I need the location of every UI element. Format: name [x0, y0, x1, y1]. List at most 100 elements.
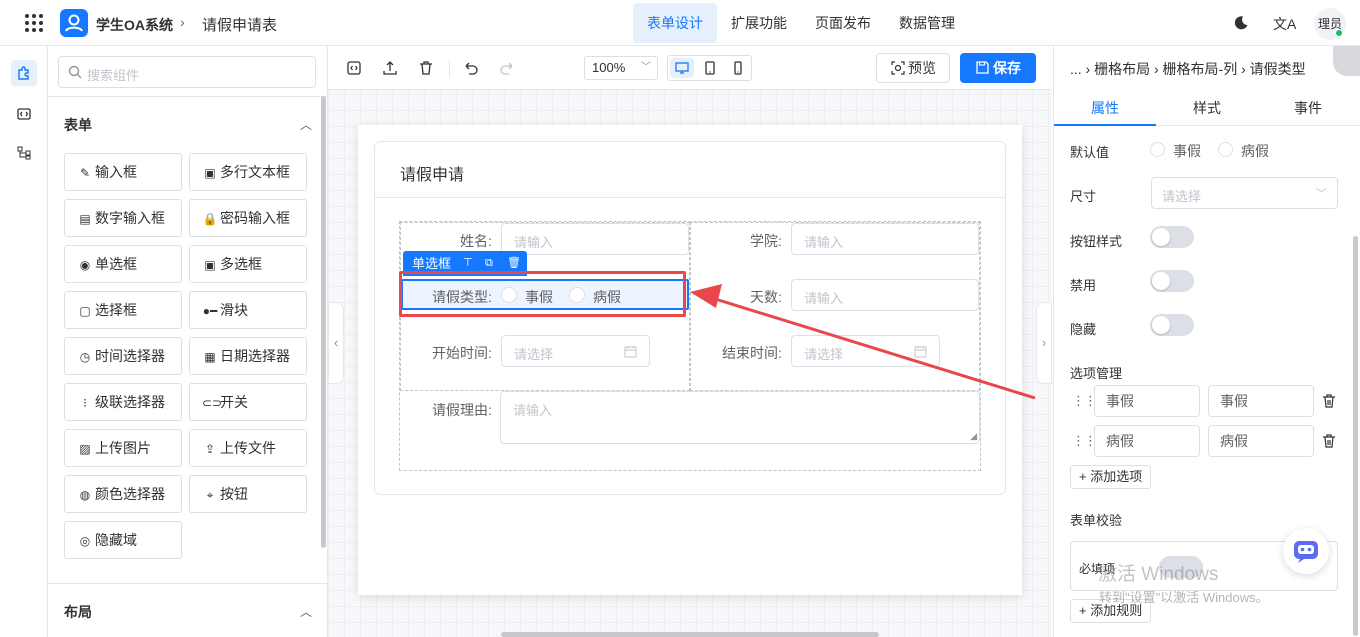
trash-icon[interactable] [1322, 433, 1336, 448]
component-label: 输入框 [95, 164, 137, 180]
app-grid-icon[interactable] [24, 13, 44, 33]
windows-watermark-hint: 转到"设置"以激活 Windows。 [1099, 590, 1269, 605]
save-button[interactable]: 保存 [960, 53, 1036, 83]
drag-handle-icon[interactable]: ⋮⋮ [1072, 393, 1097, 409]
drag-handle-icon[interactable]: ⋮⋮ [1072, 433, 1097, 449]
end-time-picker[interactable]: 请选择 [791, 335, 940, 367]
tab-style[interactable]: 样式 [1193, 98, 1221, 118]
component-textarea[interactable]: ▣ 多行文本框 [189, 153, 307, 191]
canvas-horizontal-scrollbar[interactable] [501, 632, 879, 637]
component-cascader[interactable]: ⁝ 级联选择器 [64, 383, 182, 421]
nav-data-management[interactable]: 数据管理 [885, 3, 969, 43]
redo-icon[interactable] [498, 59, 516, 77]
component-color-picker[interactable]: ◍ 颜色选择器 [64, 475, 182, 513]
component-slider[interactable]: ●━ 滑块 [189, 291, 307, 329]
search-input[interactable]: 搜索组件 [58, 56, 316, 88]
edit-icon: ✎ [79, 166, 91, 180]
default-radio-personal[interactable] [1150, 142, 1165, 157]
default-radio-sick[interactable] [1218, 142, 1233, 157]
component-label: 级联选择器 [95, 394, 165, 410]
component-switch[interactable]: ⊂⊃开关 [189, 383, 307, 421]
option-label-input[interactable]: 事假 [1094, 385, 1200, 417]
component-time-picker[interactable]: ◷ 时间选择器 [64, 337, 182, 375]
nav-form-design[interactable]: 表单设计 [633, 3, 717, 43]
days-input[interactable]: 请输入 [791, 279, 979, 311]
start-time-picker[interactable]: 请选择 [501, 335, 650, 367]
slider-icon: ●━ [202, 304, 218, 318]
nav-extensions[interactable]: 扩展功能 [717, 3, 801, 43]
component-label: 选择框 [95, 302, 137, 318]
moon-icon[interactable] [1233, 15, 1249, 31]
college-placeholder: 请输入 [804, 235, 844, 250]
preview-icon [891, 61, 905, 75]
chevron-up-icon[interactable]: ︿ [300, 116, 312, 133]
chevron-up-icon[interactable]: ︿ [300, 603, 312, 620]
palette-scrollbar[interactable] [321, 96, 326, 548]
component-checkbox[interactable]: ▣ 多选框 [189, 245, 307, 283]
button-style-switch[interactable] [1150, 226, 1194, 248]
component-label: 颜色选择器 [95, 486, 165, 502]
translate-icon[interactable]: 文A [1273, 14, 1296, 34]
reason-textarea[interactable]: 请输入 ◢ [500, 391, 980, 444]
button-style-label: 按钮样式 [1070, 234, 1123, 249]
option-value-input[interactable]: 病假 [1208, 425, 1314, 457]
form-section-title: 表单 [64, 117, 92, 133]
college-label: 学院: [750, 233, 782, 249]
days-placeholder: 请输入 [804, 291, 844, 306]
eye-off-icon: ◎ [79, 534, 91, 548]
search-icon [68, 65, 82, 79]
component-label: 数字输入框 [95, 210, 165, 226]
add-option-button[interactable]: + 添加选项 [1070, 465, 1152, 489]
tablet-view-button[interactable] [698, 58, 722, 78]
tab-events[interactable]: 事件 [1294, 98, 1322, 118]
rail-components-button[interactable] [11, 60, 37, 86]
preview-button[interactable]: 预览 [876, 53, 950, 83]
name-input[interactable]: 请输入 [501, 223, 689, 255]
option-label-input[interactable]: 病假 [1094, 425, 1200, 457]
component-date-picker[interactable]: ▦ 日期选择器 [189, 337, 307, 375]
select-icon: ▢ [79, 304, 91, 318]
component-upload-file[interactable]: ⇪ 上传文件 [189, 429, 307, 467]
zoom-select[interactable]: 100% ﹀ [584, 56, 658, 80]
code-icon[interactable] [345, 59, 363, 77]
desktop-view-button[interactable] [670, 58, 694, 78]
component-number-input[interactable]: ▤ 数字输入框 [64, 199, 182, 237]
properties-scrollbar[interactable] [1353, 236, 1358, 636]
export-icon[interactable] [381, 59, 399, 77]
fullscreen-icon[interactable] [1333, 46, 1360, 76]
device-switcher [667, 55, 752, 81]
rail-tree-button[interactable] [11, 140, 37, 166]
resize-handle-icon[interactable]: ◢ [970, 431, 977, 442]
option-value-input[interactable]: 事假 [1208, 385, 1314, 417]
component-label: 密码输入框 [220, 210, 290, 226]
disabled-switch[interactable] [1150, 270, 1194, 292]
college-input[interactable]: 请输入 [791, 223, 979, 255]
collapse-left-button[interactable]: ‹ [328, 302, 344, 384]
component-radio[interactable]: ◉ 单选框 [64, 245, 182, 283]
component-upload-image[interactable]: ▨ 上传图片 [64, 429, 182, 467]
tab-properties[interactable]: 属性 [1091, 98, 1119, 118]
assistant-robot-button[interactable] [1283, 528, 1329, 574]
trash-icon[interactable] [1322, 393, 1336, 408]
component-button[interactable]: ⌖ 按钮 [189, 475, 307, 513]
validation-label: 表单校验 [1070, 513, 1123, 528]
hidden-switch[interactable] [1150, 314, 1194, 336]
mobile-icon [734, 61, 742, 75]
switch-icon: ⊂⊃ [202, 396, 223, 410]
mobile-view-button[interactable] [726, 58, 750, 78]
component-label: 按钮 [220, 486, 248, 502]
radio-icon: ◉ [79, 258, 91, 272]
nav-page-publish[interactable]: 页面发布 [801, 3, 885, 43]
collapse-right-button[interactable]: › [1036, 302, 1052, 384]
component-select[interactable]: ▢ 选择框 [64, 291, 182, 329]
online-status-dot [1335, 29, 1343, 37]
search-placeholder: 搜索组件 [87, 68, 140, 83]
component-input[interactable]: ✎ 输入框 [64, 153, 182, 191]
trash-icon[interactable] [417, 59, 435, 77]
component-hidden-field[interactable]: ◎ 隐藏域 [64, 521, 182, 559]
size-select[interactable]: 请选择 ﹀ [1151, 177, 1338, 209]
rail-code-button[interactable] [11, 101, 37, 127]
zoom-value: 100% [592, 60, 626, 75]
undo-icon[interactable] [462, 59, 480, 77]
component-password[interactable]: 🔒 密码输入框 [189, 199, 307, 237]
